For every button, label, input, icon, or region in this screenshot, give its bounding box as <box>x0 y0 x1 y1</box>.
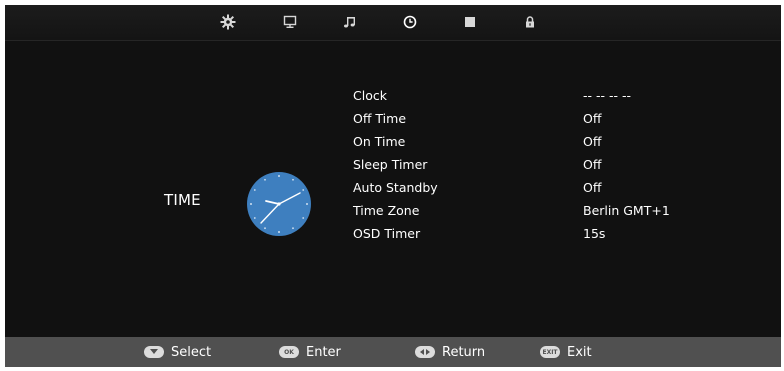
tab-sound[interactable] <box>339 11 361 33</box>
menu-item-sleep-timer[interactable]: Sleep Timer Off <box>353 153 683 176</box>
down-arrow-key-icon <box>144 346 164 358</box>
monitor-icon <box>283 15 297 29</box>
tab-time[interactable] <box>399 11 421 33</box>
lock-icon <box>523 15 537 29</box>
hint-label: Select <box>171 344 212 360</box>
tab-lock[interactable] <box>519 11 541 33</box>
menu-item-label: Clock <box>353 88 387 103</box>
menu-item-label: On Time <box>353 134 406 149</box>
hint-label: Exit <box>567 344 592 360</box>
clock-icon <box>246 171 312 237</box>
menu-item-value: Off <box>583 134 602 149</box>
hint-label: Return <box>442 344 486 360</box>
tab-options[interactable] <box>459 11 481 33</box>
section-title: TIME <box>164 191 201 209</box>
gear-icon <box>220 14 236 30</box>
left-right-key-icon <box>415 346 435 358</box>
menu-item-label: Off Time <box>353 111 407 126</box>
menu-item-osd-timer[interactable]: OSD Timer 15s <box>353 222 683 245</box>
menu-item-label: Time Zone <box>353 203 420 218</box>
menu-item-on-time[interactable]: On Time Off <box>353 130 683 153</box>
hint-enter: OK Enter <box>279 337 341 367</box>
hint-return: Return <box>415 337 485 367</box>
menu-item-label: Sleep Timer <box>353 157 428 172</box>
tv-settings-screen: TIME Clock -- -- -- -- Off Time Off On T… <box>5 5 781 367</box>
menu-item-label: OSD Timer <box>353 226 421 241</box>
menu-item-value: Off <box>583 111 602 126</box>
menu-item-value: Berlin GMT+1 <box>583 203 670 218</box>
menu-item-value: -- -- -- -- <box>583 88 632 103</box>
hint-exit: EXIT Exit <box>540 337 592 367</box>
category-tab-bar <box>5 5 781 41</box>
hint-select: Select <box>144 337 211 367</box>
menu-item-time-zone[interactable]: Time Zone Berlin GMT+1 <box>353 199 683 222</box>
tab-setup[interactable] <box>217 11 239 33</box>
music-note-icon <box>343 15 357 29</box>
square-icon <box>464 16 476 28</box>
menu-item-off-time[interactable]: Off Time Off <box>353 107 683 130</box>
time-settings-list: Clock -- -- -- -- Off Time Off On Time O… <box>353 84 683 245</box>
menu-item-value: 15s <box>583 226 606 241</box>
tab-picture[interactable] <box>279 11 301 33</box>
menu-item-value: Off <box>583 157 602 172</box>
menu-item-auto-standby[interactable]: Auto Standby Off <box>353 176 683 199</box>
menu-item-label: Auto Standby <box>353 180 438 195</box>
key-hint-bar: Select OK Enter Return EXIT Exit <box>5 337 781 367</box>
menu-item-value: Off <box>583 180 602 195</box>
ok-key-icon: OK <box>279 346 299 358</box>
clock-icon <box>403 15 417 29</box>
menu-item-clock[interactable]: Clock -- -- -- -- <box>353 84 683 107</box>
hint-label: Enter <box>306 344 341 360</box>
exit-key-icon: EXIT <box>540 346 560 358</box>
